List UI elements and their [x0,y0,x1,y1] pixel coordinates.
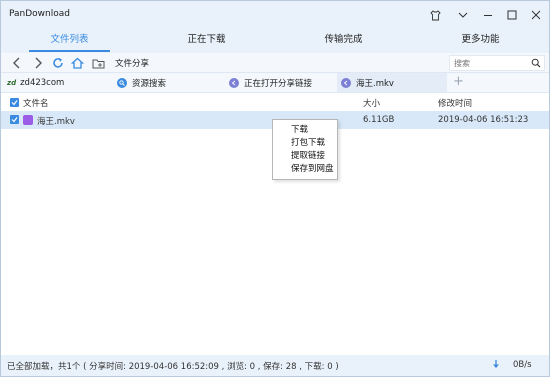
skin-icon[interactable] [425,5,445,25]
search-circle-icon [117,77,127,88]
menu-item-pack-download[interactable]: 打包下载 [273,137,337,150]
context-menu: 下载 打包下载 提取链接 保存到网盘 [272,119,338,180]
forward-icon[interactable] [30,55,46,71]
zd-logo-icon: zd [7,78,17,87]
status-bar: 已全部加载，共1个 ( 分享时间: 2019-04-06 16:52:09 , … [1,355,549,376]
column-modified[interactable]: 修改时间 [438,97,472,109]
menu-item-extract-link[interactable]: 提取链接 [273,150,337,163]
menu-item-save-to-disk[interactable]: 保存到网盘 [273,163,337,176]
add-tab-icon[interactable]: + [453,75,464,88]
column-name[interactable]: 文件名 [23,97,49,109]
share-tabs-bar: zd zd423com 资源搜索 正在打开分享链接 海王.mkv + [1,73,549,93]
search-input[interactable] [450,56,520,70]
tab-downloading[interactable]: 正在下载 [138,29,275,53]
share-icon [229,77,239,88]
file-size: 6.11GB [363,115,395,125]
app-title: PanDownload [9,9,70,19]
menu-icon[interactable] [453,5,473,25]
column-size[interactable]: 大小 [363,97,380,109]
download-speed: 0B/s [513,360,532,370]
search-icon[interactable] [531,58,541,71]
tab-file-list[interactable]: 文件列表 [1,29,138,53]
share-tab-zd423com[interactable]: zd zd423com [7,73,107,92]
share-icon [341,77,351,88]
close-icon[interactable] [526,5,546,25]
video-file-icon [23,115,33,125]
toolbar: 文件分享 [1,53,549,73]
select-all-checkbox[interactable] [10,98,19,107]
share-tab-resource-search[interactable]: 资源搜索 [117,73,225,92]
file-name: 海王.mkv [37,117,75,127]
status-text: 已全部加载，共1个 ( 分享时间: 2019-04-06 16:52:09 , … [7,362,339,372]
refresh-icon[interactable] [50,55,66,71]
tab-completed[interactable]: 传输完成 [275,29,412,53]
menu-item-download[interactable]: 下载 [273,124,337,137]
row-checkbox[interactable] [10,115,19,124]
minimize-icon[interactable] [478,5,498,25]
file-list-header: 文件名 大小 修改时间 [1,94,549,110]
share-tab-opening-link[interactable]: 正在打开分享链接 [229,73,333,92]
file-modified: 2019-04-06 16:51:23 [438,115,529,125]
main-tabs: 文件列表 正在下载 传输完成 更多功能 [1,29,549,53]
home-icon[interactable] [69,55,85,71]
main-window: PanDownload 文件列表 正在下载 传输完成 更多功能 文件分享 搜索 … [0,0,550,377]
share-tab-aquaman[interactable]: 海王.mkv [337,73,447,92]
tab-more[interactable]: 更多功能 [412,29,549,53]
maximize-icon[interactable] [502,5,522,25]
share-tab-label: 正在打开分享链接 [244,78,313,89]
current-path: 文件分享 [115,59,150,69]
share-tab-label: zd423com [20,77,65,88]
search-box [449,55,545,71]
back-icon[interactable] [9,55,25,71]
share-tab-label: 海王.mkv [356,78,394,89]
title-bar: PanDownload [1,1,549,29]
download-arrow-icon [492,359,500,372]
share-tab-label: 资源搜索 [132,78,167,89]
folder-icon[interactable] [90,55,106,71]
